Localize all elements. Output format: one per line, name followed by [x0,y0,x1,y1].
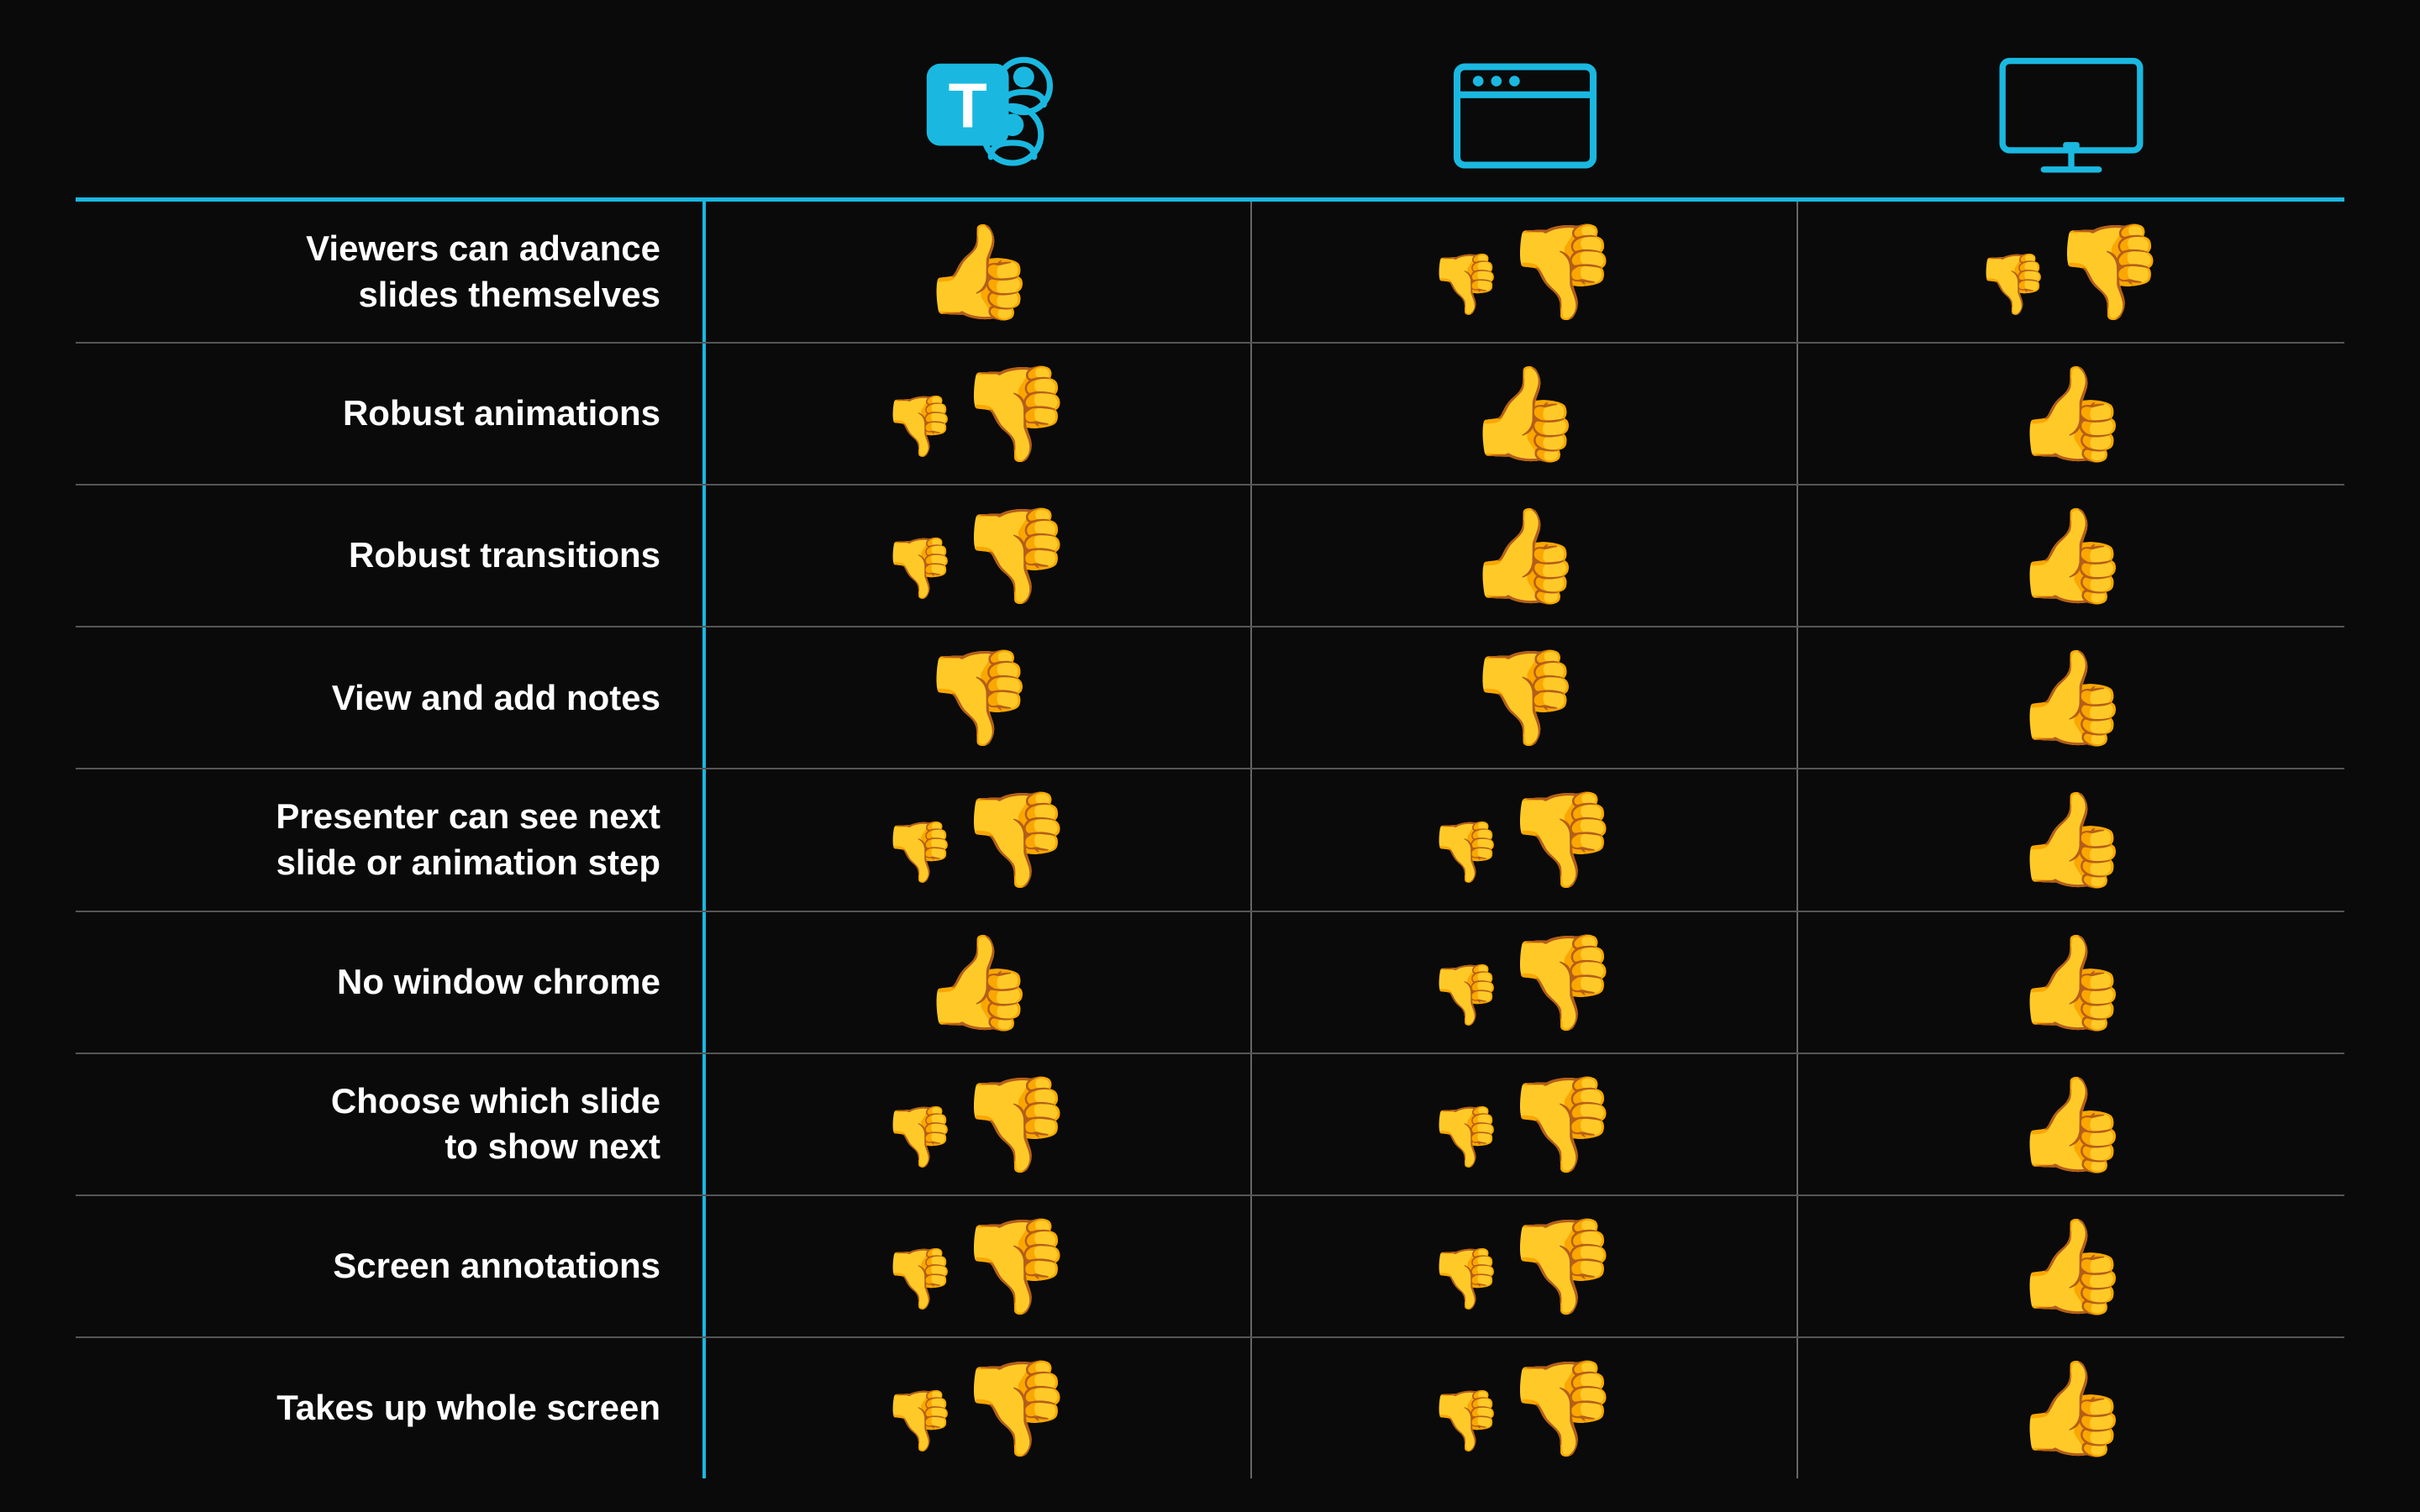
thumb-icon: 👍 [2014,1354,2129,1462]
teams-icon: T [903,49,1055,183]
header-label-empty [76,34,706,197]
feature-label: Choose which slideto show next [331,1079,660,1170]
monitor-icon [1996,49,2147,183]
thumb-icon: 👎👎 [1976,218,2166,326]
thumb-icon: 👍 [2014,360,2129,468]
table-row: Viewers can advanceslides themselves 👍 👎👎 👎… [76,202,2344,344]
thumb-icon: 👎👎 [883,501,1073,610]
header-teams-col: T [706,34,1252,197]
browser-window-icon [1449,49,1601,183]
thumb-icon: 👍 [2014,1212,2129,1320]
feature-label: Screen annotations [333,1243,660,1289]
table-row: Robust transitions 👎👎 👍 👍 [76,486,2344,627]
thumb-icon: 👍 [2014,1070,2129,1179]
comparison-table: T [76,34,2344,1478]
table-row: No window chrome 👍 👎👎 👍 [76,912,2344,1054]
svg-text:T: T [949,71,987,141]
thumb-icon: 👎👎 [1429,928,1619,1037]
thumb-icon: 👎 [921,643,1036,752]
thumb-icon: 👎👎 [883,785,1073,894]
thumb-icon: 👍 [921,218,1036,326]
thumb-icon: 👍 [2014,928,2129,1037]
feature-label: Presenter can see nextslide or animation… [276,794,660,885]
header-browser-col [1252,34,1798,197]
table-row: Robust animations 👎👎 👍 👍 [76,344,2344,486]
thumb-icon: 👎👎 [883,360,1073,468]
thumb-icon: 👍 [1467,360,1582,468]
table-row: Choose which slideto show next 👎👎 👎👎 👍 [76,1054,2344,1196]
table-row: Screen annotations 👎👎 👎👎 👍 [76,1196,2344,1338]
table-row: View and add notes 👎 👎 👍 [76,627,2344,769]
feature-label: Takes up whole screen [276,1385,660,1431]
feature-label: Robust animations [343,391,660,437]
thumb-icon: 👎👎 [1429,1212,1619,1320]
thumb-icon: 👎👎 [1429,1354,1619,1462]
feature-label: Viewers can advanceslides themselves [306,226,660,318]
thumb-icon: 👎👎 [883,1212,1073,1320]
header-row: T [76,34,2344,202]
feature-label: View and add notes [332,675,660,722]
table-row: Takes up whole screen 👎👎 👎👎 👍 [76,1338,2344,1478]
thumb-icon: 👎👎 [1429,1070,1619,1179]
thumb-icon: 👎 [1467,643,1582,752]
table-body: Viewers can advanceslides themselves👍👎👎👎… [76,202,2344,1478]
thumb-icon: 👍 [2014,501,2129,610]
thumb-icon: 👍 [2014,643,2129,752]
thumb-icon: 👍 [2014,785,2129,894]
thumb-icon: 👎👎 [1429,218,1619,326]
thumb-icon: 👍 [921,928,1036,1037]
thumb-icon: 👍 [1467,501,1582,610]
feature-label: No window chrome [337,959,660,1005]
thumb-icon: 👎👎 [883,1354,1073,1462]
header-monitor-col [1798,34,2344,197]
thumb-icon: 👎👎 [1429,785,1619,894]
table-row: Presenter can see nextslide or animation… [76,769,2344,911]
feature-label: Robust transitions [349,533,660,579]
thumb-icon: 👎👎 [883,1070,1073,1179]
